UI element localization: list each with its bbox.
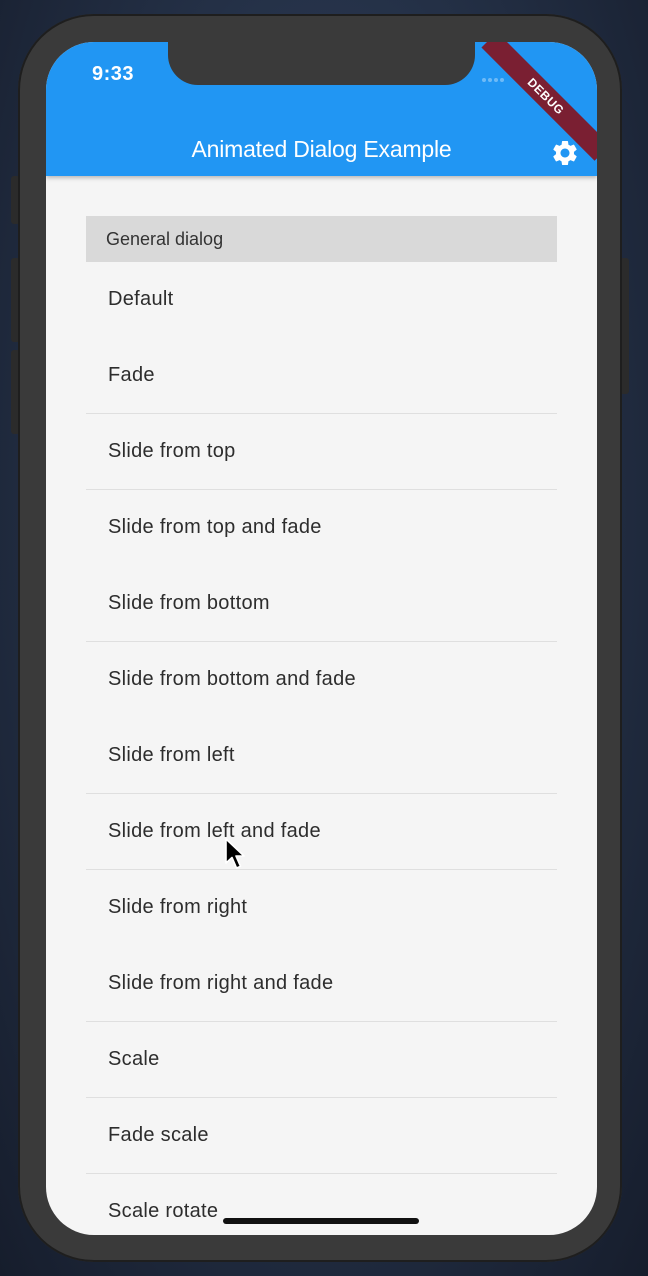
mouse-pointer-icon [225, 838, 245, 869]
list-item-slide-from-right-and-fade[interactable]: Slide from right and fade [86, 946, 557, 1022]
list-item-slide-from-left-and-fade[interactable]: Slide from left and fade [86, 794, 557, 870]
list-item-scale[interactable]: Scale [86, 1022, 557, 1098]
app-bar-title: Animated Dialog Example [191, 136, 452, 162]
list-item-fade[interactable]: Fade [86, 338, 557, 414]
home-indicator[interactable] [223, 1218, 419, 1224]
section-header-general-dialog: General dialog [86, 216, 557, 262]
list-item-slide-from-bottom-and-fade[interactable]: Slide from bottom and fade [86, 642, 557, 718]
list-item-fade-scale[interactable]: Fade scale [86, 1098, 557, 1174]
list-item-scale-rotate[interactable]: Scale rotate [86, 1174, 557, 1235]
list-item-slide-from-bottom[interactable]: Slide from bottom [86, 566, 557, 642]
list-item-slide-from-right[interactable]: Slide from right [86, 870, 557, 946]
list-item-slide-from-top[interactable]: Slide from top [86, 414, 557, 490]
app-screen: DEBUG 9:33 Animated Dialog Example Gener… [46, 42, 597, 1235]
list-item-default[interactable]: Default [86, 262, 557, 338]
list-item-slide-from-left[interactable]: Slide from left [86, 718, 557, 794]
dialog-type-list: General dialog Default Fade Slide from t… [86, 216, 557, 1235]
list-item-slide-from-top-and-fade[interactable]: Slide from top and fade [86, 490, 557, 566]
notch [168, 42, 475, 85]
phone-frame: DEBUG 9:33 Animated Dialog Example Gener… [18, 14, 622, 1262]
cellular-signal-icon [482, 78, 504, 82]
status-time: 9:33 [92, 63, 135, 85]
